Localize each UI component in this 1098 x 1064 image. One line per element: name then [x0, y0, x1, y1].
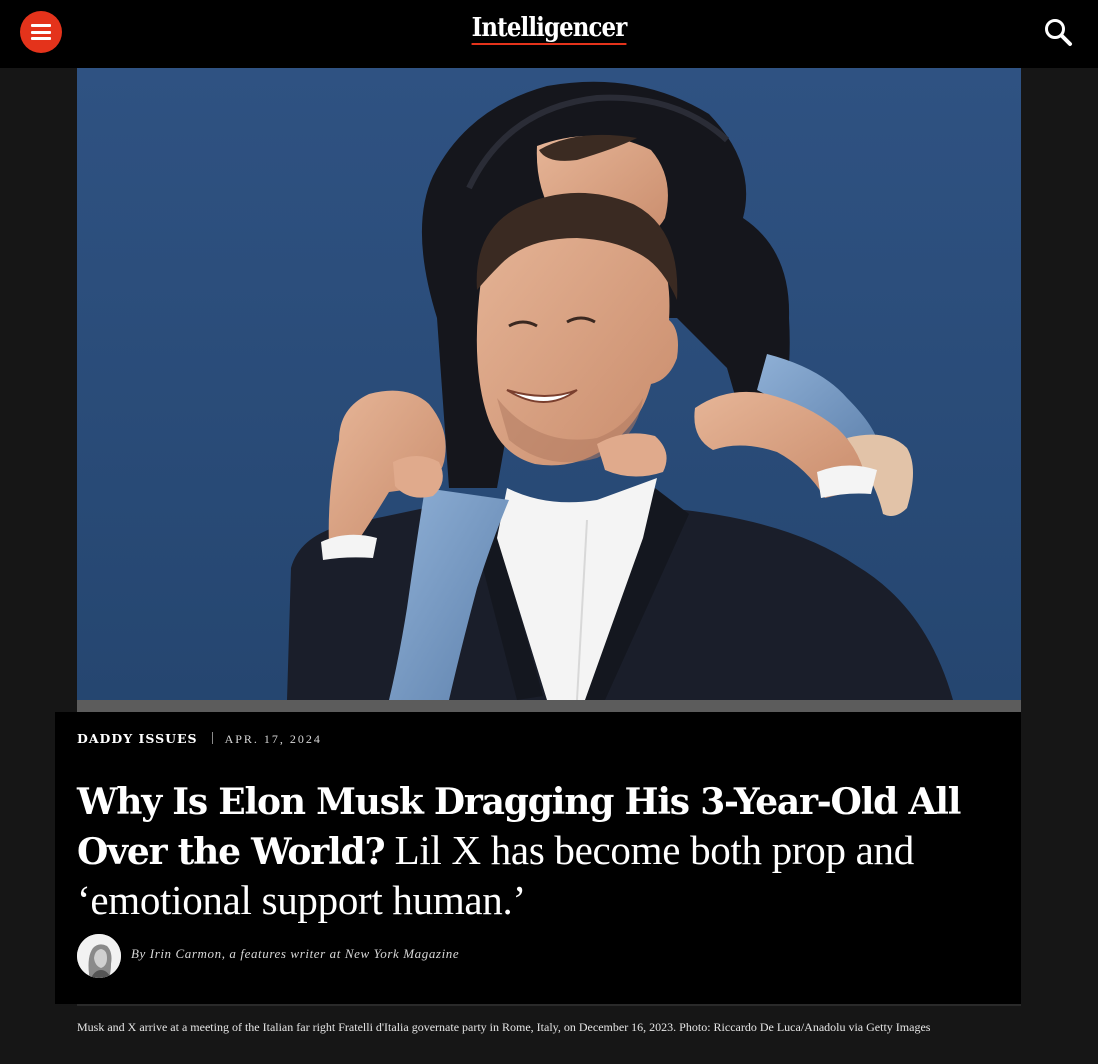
site-logo-text: Intelligencer — [471, 13, 627, 45]
hero-photo[interactable] — [77, 68, 1021, 700]
rubric-link[interactable]: DADDY ISSUES — [77, 731, 198, 746]
hero-bottom-border — [77, 700, 1021, 712]
author-avatar[interactable] — [77, 934, 121, 978]
publish-date: APR. 17, 2024 — [224, 732, 322, 746]
search-icon[interactable] — [1042, 16, 1076, 50]
menu-line — [31, 37, 51, 40]
photo-caption: Musk and X arrive at a meeting of the It… — [77, 1020, 931, 1034]
article-meta: DADDY ISSUES APR. 17, 2024 — [77, 729, 322, 749]
author-byline[interactable]: By Irin Carmon, a features writer at New… — [131, 946, 459, 962]
article-card-divider — [77, 1004, 1021, 1006]
site-logo[interactable]: Intelligencer — [66, 13, 1032, 45]
menu-line — [31, 30, 51, 34]
meta-divider — [211, 732, 213, 744]
hamburger-menu-icon[interactable] — [20, 11, 62, 53]
top-navigation-bar: Intelligencer — [0, 0, 1098, 68]
menu-line — [31, 24, 51, 27]
article-headline: Why Is Elon Musk Dragging His 3-Year-Old… — [77, 776, 1017, 924]
